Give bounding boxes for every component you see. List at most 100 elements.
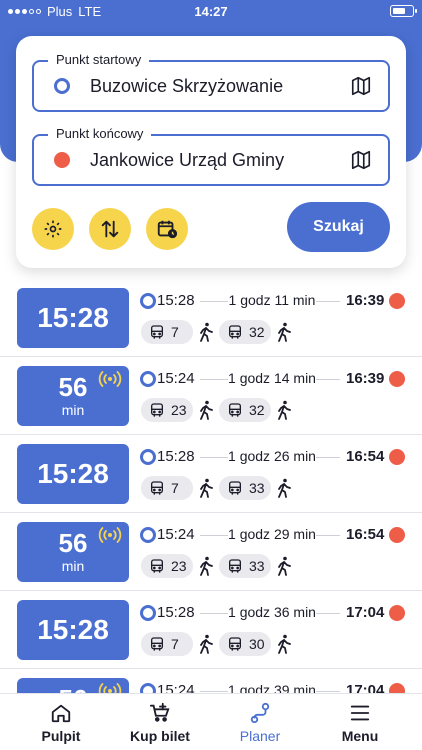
departure-time-big: 15:28 bbox=[37, 614, 109, 645]
nav-kup-bilet-label: Kup bilet bbox=[130, 728, 190, 744]
nav-kup-bilet[interactable]: Kup bilet bbox=[110, 702, 210, 744]
bus-icon bbox=[151, 559, 163, 573]
results-list: 15:28 15:28 1 godz 11 min 16:39 7 32 56 min 15:2… bbox=[0, 279, 422, 693]
bus-line-number: 23 bbox=[171, 402, 187, 418]
bus-line-number: 7 bbox=[171, 324, 179, 340]
start-stop-icon bbox=[140, 371, 156, 387]
bus-icon bbox=[229, 637, 241, 651]
bus-icon bbox=[229, 559, 241, 573]
start-point-label: Punkt startowy bbox=[48, 52, 150, 67]
bus-icon bbox=[151, 403, 163, 417]
bus-line-number: 7 bbox=[171, 480, 179, 496]
menu-icon bbox=[350, 705, 370, 721]
start-point-field[interactable]: Punkt startowy Buzowice Skrzyżowanie bbox=[32, 52, 390, 112]
bus-line-badge: 23 bbox=[141, 554, 193, 578]
minutes-to-departure: 56 bbox=[58, 528, 88, 558]
start-stop-icon bbox=[140, 293, 156, 309]
end-point-field[interactable]: Punkt końcowy Jankowice Urząd Gminy bbox=[32, 126, 390, 186]
departure-countdown-tile: 56min bbox=[17, 522, 129, 582]
start-stop-icon bbox=[140, 683, 156, 693]
departure-time: 15:28 bbox=[157, 604, 195, 621]
status-bar: Plus LTE 14:27 bbox=[0, 0, 422, 22]
end-stop-icon bbox=[389, 371, 405, 387]
journey-duration: 1 godz 26 min bbox=[228, 448, 316, 464]
bus-line-badge: 7 bbox=[141, 320, 193, 344]
map-icon[interactable] bbox=[350, 75, 372, 97]
bus-icon bbox=[151, 637, 163, 651]
walk-icon bbox=[278, 400, 291, 420]
walk-icon bbox=[200, 478, 213, 498]
search-button[interactable]: Szukaj bbox=[287, 202, 390, 252]
bus-line-number: 33 bbox=[249, 558, 265, 574]
end-stop-icon bbox=[389, 683, 405, 693]
nav-pulpit-label: Pulpit bbox=[41, 728, 81, 744]
arrival-time: 17:04 bbox=[346, 604, 385, 621]
bus-line-number: 7 bbox=[171, 636, 179, 652]
departure-time: 15:28 bbox=[157, 292, 195, 309]
bottom-navigation: Pulpit Kup bilet Planer Menu bbox=[0, 693, 422, 750]
walk-icon bbox=[278, 478, 291, 498]
connection-row[interactable]: 15:28 15:28 1 godz 26 min 16:54 7 33 bbox=[0, 435, 422, 513]
nav-pulpit[interactable]: Pulpit bbox=[11, 702, 111, 744]
journey-duration: 1 godz 11 min bbox=[228, 292, 316, 308]
minutes-to-departure: 56 bbox=[58, 372, 88, 402]
bus-line-number: 32 bbox=[249, 402, 265, 418]
route-search-card: Punkt startowy Buzowice Skrzyżowanie Pun… bbox=[16, 36, 406, 268]
start-point-value[interactable]: Buzowice Skrzyżowanie bbox=[90, 76, 283, 97]
journey-duration: 1 godz 29 min bbox=[228, 526, 316, 542]
connection-row[interactable]: 56 min 15:24 1 godz 14 min 16:39 23 32 bbox=[0, 357, 422, 435]
swap-arrows-icon bbox=[101, 220, 119, 238]
bus-icon bbox=[229, 325, 241, 339]
settings-button[interactable] bbox=[32, 208, 74, 250]
walk-icon bbox=[200, 556, 213, 576]
departure-time-big: 15:28 bbox=[37, 302, 109, 333]
bus-icon bbox=[151, 481, 163, 495]
schedule-button[interactable] bbox=[146, 208, 188, 250]
start-point-icon bbox=[54, 78, 70, 94]
bus-icon bbox=[229, 403, 241, 417]
end-point-value[interactable]: Jankowice Urząd Gminy bbox=[90, 150, 284, 171]
end-stop-icon bbox=[389, 293, 405, 309]
arrival-time: 16:54 bbox=[346, 526, 385, 543]
start-stop-icon bbox=[140, 605, 156, 621]
end-point-icon bbox=[54, 152, 70, 168]
bus-line-badge: 7 bbox=[141, 632, 193, 656]
bus-line-badge: 7 bbox=[141, 476, 193, 500]
cart-icon bbox=[149, 702, 170, 722]
nav-menu[interactable]: Menu bbox=[310, 702, 410, 744]
gear-icon bbox=[44, 220, 62, 238]
departure-time: 15:24 bbox=[157, 682, 195, 693]
departure-time: 15:24 bbox=[157, 370, 195, 387]
bus-line-badge: 32 bbox=[219, 320, 271, 344]
bus-line-number: 33 bbox=[249, 480, 265, 496]
nav-menu-label: Menu bbox=[341, 728, 379, 744]
route-icon bbox=[250, 702, 270, 724]
walk-icon bbox=[278, 556, 291, 576]
walk-icon bbox=[200, 400, 213, 420]
minutes-unit: min bbox=[61, 402, 85, 418]
end-stop-icon bbox=[389, 605, 405, 621]
start-stop-icon bbox=[140, 527, 156, 543]
home-icon bbox=[51, 704, 71, 723]
minutes-to-departure: 56 bbox=[17, 684, 129, 693]
minutes-unit: min bbox=[61, 558, 85, 574]
departure-countdown-tile: 56min bbox=[17, 678, 129, 693]
journey-duration: 1 godz 36 min bbox=[228, 604, 316, 620]
swap-button[interactable] bbox=[89, 208, 131, 250]
map-icon[interactable] bbox=[350, 149, 372, 171]
walk-icon bbox=[200, 322, 213, 342]
departure-countdown-tile: 56min bbox=[17, 366, 129, 426]
bus-line-badge: 23 bbox=[141, 398, 193, 422]
nav-planer[interactable]: Planer bbox=[210, 702, 310, 744]
connection-row[interactable]: 56 min 15:24 1 godz 29 min 16:54 23 33 bbox=[0, 513, 422, 591]
departure-time-big: 15:28 bbox=[37, 458, 109, 489]
departure-time-tile: 15:28 bbox=[17, 444, 129, 504]
connection-row[interactable]: 15:28 15:28 1 godz 11 min 16:39 7 32 bbox=[0, 279, 422, 357]
connection-row[interactable]: 15:28 15:28 1 godz 36 min 17:04 7 30 bbox=[0, 591, 422, 669]
bus-line-number: 32 bbox=[249, 324, 265, 340]
end-stop-icon bbox=[389, 449, 405, 465]
start-stop-icon bbox=[140, 449, 156, 465]
bus-line-badge: 32 bbox=[219, 398, 271, 422]
connection-row[interactable]: 56min15:241 godz 39 min17:042330 bbox=[0, 669, 422, 693]
nav-planer-label: Planer bbox=[239, 728, 281, 744]
